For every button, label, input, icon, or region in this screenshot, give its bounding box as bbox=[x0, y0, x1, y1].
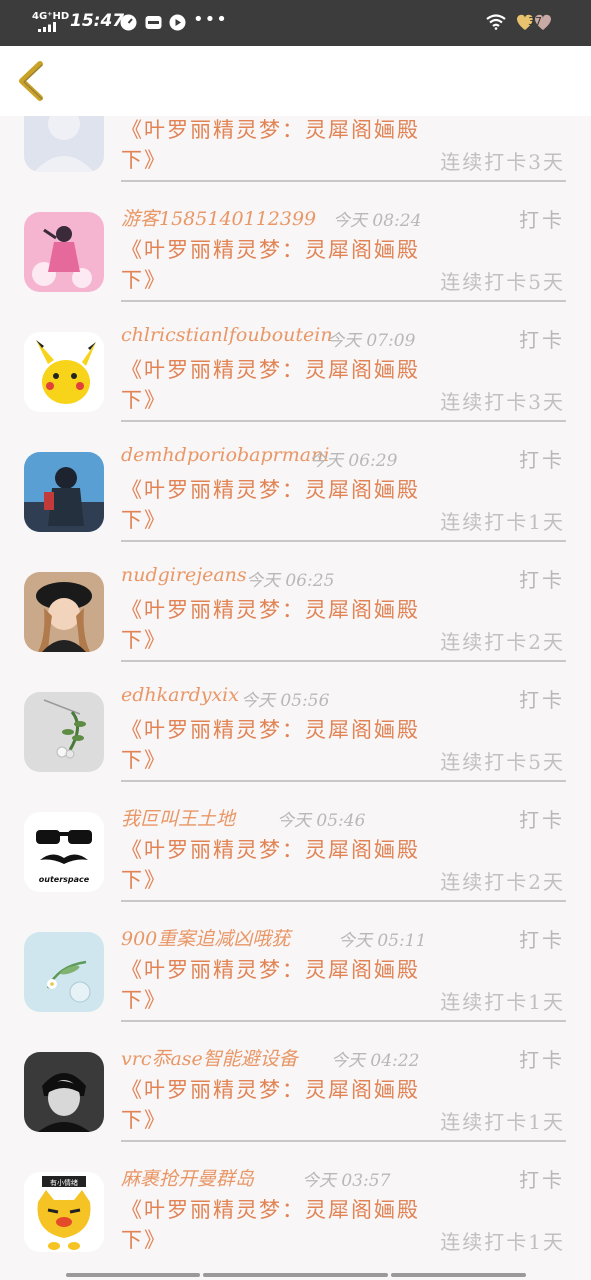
streak-label: 连续打卡5天 bbox=[440, 270, 565, 294]
feed-item[interactable]: outerspace 我叵叫王土地 今天 05:46 打卡 《叶罗丽精灵梦：灵犀… bbox=[0, 790, 591, 910]
feed-item[interactable]: 游客1585140112399 今天 08:24 打卡 《叶罗丽精灵梦：灵犀阁婳… bbox=[0, 190, 591, 310]
streak-label: 连续打卡3天 bbox=[440, 150, 565, 174]
feed-item[interactable]: 900重案追减凶哦莸 今天 05:11 打卡 《叶罗丽精灵梦：灵犀阁婳殿下》 连… bbox=[0, 910, 591, 1030]
chevron-left-icon[interactable] bbox=[14, 60, 48, 102]
checkin-label: 打卡 bbox=[519, 928, 565, 952]
scroll-indicator bbox=[66, 1273, 526, 1277]
streak-label: 连续打卡1天 bbox=[440, 1230, 565, 1254]
username[interactable]: vrc忝ase智能避设备 bbox=[121, 1044, 298, 1071]
more-notifications-icon: ••• bbox=[193, 9, 228, 30]
book-title[interactable]: 《叶罗丽精灵梦：灵犀阁婳殿下》 bbox=[121, 475, 436, 535]
book-title[interactable]: 《叶罗丽精灵梦：灵犀阁婳殿下》 bbox=[121, 835, 436, 895]
divider bbox=[121, 540, 566, 542]
streak-label: 连续打卡1天 bbox=[440, 1110, 565, 1134]
avatar[interactable] bbox=[24, 116, 104, 172]
avatar[interactable]: 有小情绪 bbox=[24, 1172, 104, 1252]
username[interactable]: 900重案追减凶哦莸 bbox=[121, 924, 290, 951]
divider bbox=[121, 420, 566, 422]
avatar-caption: outerspace bbox=[39, 875, 90, 884]
divider bbox=[121, 660, 566, 662]
book-title[interactable]: 《叶罗丽精灵梦：灵犀阁婳殿下》 bbox=[121, 355, 436, 415]
checkin-label: 打卡 bbox=[519, 1168, 565, 1192]
streak-label: 连续打卡3天 bbox=[440, 390, 565, 414]
divider bbox=[121, 300, 566, 302]
speedometer-icon bbox=[120, 14, 137, 31]
avatar[interactable] bbox=[24, 1052, 104, 1132]
book-title[interactable]: 《叶罗丽精灵梦：灵犀阁婳殿下》 bbox=[121, 1075, 436, 1135]
nav-bar bbox=[0, 46, 591, 116]
feed-item[interactable]: chlricstianlfouboutein 今天 07:09 打卡 《叶罗丽精… bbox=[0, 310, 591, 430]
checkin-time: 今天 06:25 bbox=[246, 571, 335, 591]
checkin-time: 今天 08:24 bbox=[333, 211, 422, 231]
streak-label: 连续打卡1天 bbox=[440, 990, 565, 1014]
checkin-label: 打卡 bbox=[519, 688, 565, 712]
username[interactable]: 游客1585140112399 bbox=[121, 204, 316, 231]
feed-item[interactable]: nudgirejeans 今天 06:25 打卡 《叶罗丽精灵梦：灵犀阁婳殿下》… bbox=[0, 550, 591, 670]
checkin-feed[interactable]: 《叶罗丽精灵梦：灵犀阁婳殿下》 连续打卡3天 游客1585140112399 今… bbox=[0, 116, 591, 1270]
avatar[interactable] bbox=[24, 692, 104, 772]
avatar[interactable] bbox=[24, 332, 104, 412]
checkin-time: 今天 05:46 bbox=[277, 811, 366, 831]
avatar[interactable] bbox=[24, 932, 104, 1012]
checkin-label: 打卡 bbox=[519, 1048, 565, 1072]
checkin-time: 今天 03:57 bbox=[302, 1171, 391, 1191]
checkin-time: 今天 06:29 bbox=[309, 451, 398, 471]
checkin-label: 打卡 bbox=[519, 328, 565, 352]
username[interactable]: 我叵叫王土地 bbox=[121, 804, 235, 831]
checkin-label: 打卡 bbox=[519, 568, 565, 592]
divider bbox=[121, 1140, 566, 1142]
username[interactable]: chlricstianlfouboutein bbox=[121, 324, 333, 346]
feed-item[interactable]: 《叶罗丽精灵梦：灵犀阁婳殿下》 连续打卡3天 bbox=[0, 116, 591, 190]
checkin-time: 今天 07:09 bbox=[327, 331, 416, 351]
book-title[interactable]: 《叶罗丽精灵梦：灵犀阁婳殿下》 bbox=[121, 116, 436, 175]
username[interactable]: edhkardyxix bbox=[121, 684, 239, 706]
streak-label: 连续打卡2天 bbox=[440, 630, 565, 654]
battery-level: 37 bbox=[528, 15, 542, 28]
clock: 15:47 bbox=[70, 11, 125, 31]
book-title[interactable]: 《叶罗丽精灵梦：灵犀阁婳殿下》 bbox=[121, 1195, 436, 1255]
username[interactable]: 麻裹抢开曼群岛 bbox=[121, 1164, 254, 1191]
signal-icon bbox=[38, 22, 56, 32]
checkin-label: 打卡 bbox=[519, 208, 565, 232]
book-title[interactable]: 《叶罗丽精灵梦：灵犀阁婳殿下》 bbox=[121, 595, 436, 655]
avatar[interactable] bbox=[24, 452, 104, 532]
streak-label: 连续打卡2天 bbox=[440, 870, 565, 894]
streak-label: 连续打卡1天 bbox=[440, 510, 565, 534]
avatar[interactable]: outerspace bbox=[24, 812, 104, 892]
checkin-time: 今天 05:11 bbox=[338, 931, 427, 951]
feed-item[interactable]: demhdporiobaprmani 今天 06:29 打卡 《叶罗丽精灵梦：灵… bbox=[0, 430, 591, 550]
divider bbox=[121, 180, 566, 182]
divider bbox=[121, 780, 566, 782]
play-icon bbox=[169, 14, 186, 31]
feed-item[interactable]: 有小情绪 麻裹抢开曼群岛 今天 03:57 打卡 《叶罗丽精灵梦：灵犀阁婳殿下》… bbox=[0, 1150, 591, 1270]
divider bbox=[121, 1020, 566, 1022]
wifi-icon bbox=[486, 14, 506, 30]
book-title[interactable]: 《叶罗丽精灵梦：灵犀阁婳殿下》 bbox=[121, 715, 436, 775]
book-title[interactable]: 《叶罗丽精灵梦：灵犀阁婳殿下》 bbox=[121, 235, 436, 295]
divider bbox=[121, 900, 566, 902]
username[interactable]: nudgirejeans bbox=[121, 564, 247, 586]
checkin-label: 打卡 bbox=[519, 448, 565, 472]
checkin-time: 今天 04:22 bbox=[331, 1051, 420, 1071]
checkin-label: 打卡 bbox=[519, 808, 565, 832]
username[interactable]: demhdporiobaprmani bbox=[121, 444, 329, 466]
avatar[interactable] bbox=[24, 212, 104, 292]
feed-item[interactable]: vrc忝ase智能避设备 今天 04:22 打卡 《叶罗丽精灵梦：灵犀阁婳殿下》… bbox=[0, 1030, 591, 1150]
book-title[interactable]: 《叶罗丽精灵梦：灵犀阁婳殿下》 bbox=[121, 955, 436, 1015]
avatar[interactable] bbox=[24, 572, 104, 652]
feed-item[interactable]: edhkardyxix 今天 05:56 打卡 《叶罗丽精灵梦：灵犀阁婳殿下》 … bbox=[0, 670, 591, 790]
streak-label: 连续打卡5天 bbox=[440, 750, 565, 774]
app-icon bbox=[145, 16, 162, 29]
network-type: 4G⁺HD bbox=[32, 11, 70, 22]
avatar-caption: 有小情绪 bbox=[50, 1178, 78, 1187]
status-bar: 4G⁺HD 15:47 ••• 37 bbox=[0, 0, 591, 46]
checkin-time: 今天 05:56 bbox=[241, 691, 330, 711]
